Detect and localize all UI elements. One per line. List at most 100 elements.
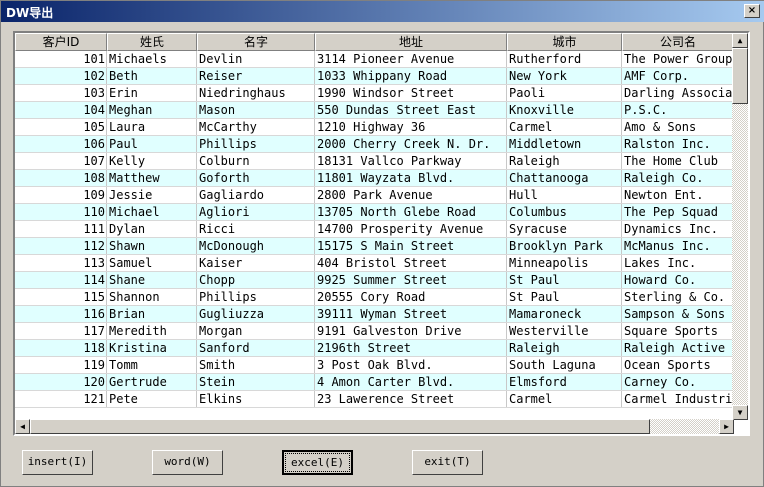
cell-city[interactable]: Knoxville [507, 102, 622, 118]
cell-company[interactable]: Darling Associates [622, 85, 734, 101]
column-header-company[interactable]: 公司名 [622, 33, 734, 51]
table-row[interactable]: 115 Shannon Phillips 20555 Cory Road St Paul… [15, 289, 734, 306]
cell-address[interactable]: 2000 Cherry Creek N. Dr. [315, 136, 507, 152]
table-row[interactable]: 121 Pete Elkins 23 Lawerence Street Carmel Ca… [15, 391, 734, 408]
cell-last-name[interactable]: Laura [107, 119, 197, 135]
cell-last-name[interactable]: Erin [107, 85, 197, 101]
table-row[interactable]: 101 Michaels Devlin 3114 Pioneer Avenue Ruth… [15, 51, 734, 68]
cell-last-name[interactable]: Michaels [107, 51, 197, 67]
cell-customer-id[interactable]: 118 [15, 340, 107, 356]
cell-customer-id[interactable]: 119 [15, 357, 107, 373]
cell-first-name[interactable]: Colburn [197, 153, 315, 169]
column-header-address[interactable]: 地址 [315, 33, 507, 51]
scroll-right-arrow-icon[interactable]: ▶ [719, 419, 734, 434]
cell-company[interactable]: Square Sports [622, 323, 734, 339]
horizontal-scrollbar[interactable]: ◀ ▶ [15, 419, 734, 434]
cell-first-name[interactable]: Devlin [197, 51, 315, 67]
cell-last-name[interactable]: Shawn [107, 238, 197, 254]
cell-city[interactable]: Minneapolis [507, 255, 622, 271]
cell-address[interactable]: 9191 Galveston Drive [315, 323, 507, 339]
cell-last-name[interactable]: Tomm [107, 357, 197, 373]
cell-city[interactable]: Columbus [507, 204, 622, 220]
cell-company[interactable]: Raleigh Co. [622, 170, 734, 186]
cell-customer-id[interactable]: 114 [15, 272, 107, 288]
cell-last-name[interactable]: Matthew [107, 170, 197, 186]
cell-first-name[interactable]: Kaiser [197, 255, 315, 271]
cell-company[interactable]: Howard Co. [622, 272, 734, 288]
table-row[interactable]: 116 Brian Gugliuzza 39111 Wyman Street Mamar… [15, 306, 734, 323]
cell-customer-id[interactable]: 109 [15, 187, 107, 203]
cell-address[interactable]: 1210 Highway 36 [315, 119, 507, 135]
cell-customer-id[interactable]: 115 [15, 289, 107, 305]
cell-city[interactable]: Brooklyn Park [507, 238, 622, 254]
cell-last-name[interactable]: Samuel [107, 255, 197, 271]
scroll-down-arrow-icon[interactable]: ▼ [732, 405, 748, 420]
cell-company[interactable]: Ralston Inc. [622, 136, 734, 152]
table-row[interactable]: 103 Erin Niedringhaus 1990 Windsor Street Pa… [15, 85, 734, 102]
exit-button[interactable]: exit(T) [412, 450, 483, 475]
cell-first-name[interactable]: Stein [197, 374, 315, 390]
cell-customer-id[interactable]: 107 [15, 153, 107, 169]
cell-customer-id[interactable]: 111 [15, 221, 107, 237]
cell-first-name[interactable]: Sanford [197, 340, 315, 356]
cell-city[interactable]: Raleigh [507, 153, 622, 169]
cell-last-name[interactable]: Kelly [107, 153, 197, 169]
cell-company[interactable]: Sterling & Co. [622, 289, 734, 305]
table-row[interactable]: 112 Shawn McDonough 15175 S Main Street Broo… [15, 238, 734, 255]
table-row[interactable]: 108 Matthew Goforth 11801 Wayzata Blvd. Chat… [15, 170, 734, 187]
cell-city[interactable]: Rutherford [507, 51, 622, 67]
cell-city[interactable]: Hull [507, 187, 622, 203]
cell-first-name[interactable]: Mason [197, 102, 315, 118]
cell-company[interactable]: Carmel Industries [622, 391, 734, 407]
cell-address[interactable]: 13705 North Glebe Road [315, 204, 507, 220]
table-row[interactable]: 107 Kelly Colburn 18131 Vallco Parkway Ralei… [15, 153, 734, 170]
cell-last-name[interactable]: Shane [107, 272, 197, 288]
cell-city[interactable]: Carmel [507, 119, 622, 135]
cell-city[interactable]: Middletown [507, 136, 622, 152]
cell-first-name[interactable]: Goforth [197, 170, 315, 186]
cell-customer-id[interactable]: 116 [15, 306, 107, 322]
cell-address[interactable]: 39111 Wyman Street [315, 306, 507, 322]
cell-customer-id[interactable]: 117 [15, 323, 107, 339]
cell-last-name[interactable]: Shannon [107, 289, 197, 305]
cell-company[interactable]: Raleigh Active Wear [622, 340, 734, 356]
cell-company[interactable]: The Pep Squad [622, 204, 734, 220]
cell-company[interactable]: Lakes Inc. [622, 255, 734, 271]
cell-address[interactable]: 23 Lawerence Street [315, 391, 507, 407]
cell-address[interactable]: 1990 Windsor Street [315, 85, 507, 101]
vertical-scroll-thumb[interactable] [732, 48, 748, 104]
cell-first-name[interactable]: Morgan [197, 323, 315, 339]
table-row[interactable]: 109 Jessie Gagliardo 2800 Park Avenue Hull Ne… [15, 187, 734, 204]
cell-address[interactable]: 404 Bristol Street [315, 255, 507, 271]
table-row[interactable]: 118 Kristina Sanford 2196th Street Raleigh Ra… [15, 340, 734, 357]
horizontal-scroll-thumb[interactable] [30, 419, 650, 434]
cell-last-name[interactable]: Dylan [107, 221, 197, 237]
word-button[interactable]: word(W) [152, 450, 223, 475]
cell-city[interactable]: New York [507, 68, 622, 84]
table-row[interactable]: 113 Samuel Kaiser 404 Bristol Street Minneap… [15, 255, 734, 272]
table-row[interactable]: 102 Beth Reiser 1033 Whippany Road New York A… [15, 68, 734, 85]
cell-address[interactable]: 550 Dundas Street East [315, 102, 507, 118]
cell-company[interactable]: P.S.C. [622, 102, 734, 118]
vertical-scrollbar[interactable]: ▲ ▼ [732, 33, 748, 420]
cell-first-name[interactable]: Elkins [197, 391, 315, 407]
cell-last-name[interactable]: Kristina [107, 340, 197, 356]
table-row[interactable]: 106 Paul Phillips 2000 Cherry Creek N. Dr. M… [15, 136, 734, 153]
cell-address[interactable]: 3114 Pioneer Avenue [315, 51, 507, 67]
cell-first-name[interactable]: Ricci [197, 221, 315, 237]
cell-company[interactable]: Sampson & Sons [622, 306, 734, 322]
cell-last-name[interactable]: Jessie [107, 187, 197, 203]
cell-address[interactable]: 4 Amon Carter Blvd. [315, 374, 507, 390]
column-header-customer-id[interactable]: 客户ID [15, 33, 107, 51]
cell-city[interactable]: Westerville [507, 323, 622, 339]
cell-city[interactable]: Carmel [507, 391, 622, 407]
cell-first-name[interactable]: Agliori [197, 204, 315, 220]
cell-company[interactable]: Ocean Sports [622, 357, 734, 373]
cell-company[interactable]: McManus Inc. [622, 238, 734, 254]
close-button[interactable]: × [744, 4, 760, 18]
cell-address[interactable]: 15175 S Main Street [315, 238, 507, 254]
column-header-first-name[interactable]: 名字 [197, 33, 315, 51]
cell-customer-id[interactable]: 110 [15, 204, 107, 220]
cell-last-name[interactable]: Brian [107, 306, 197, 322]
table-row[interactable]: 120 Gertrude Stein 4 Amon Carter Blvd. Elmsf… [15, 374, 734, 391]
